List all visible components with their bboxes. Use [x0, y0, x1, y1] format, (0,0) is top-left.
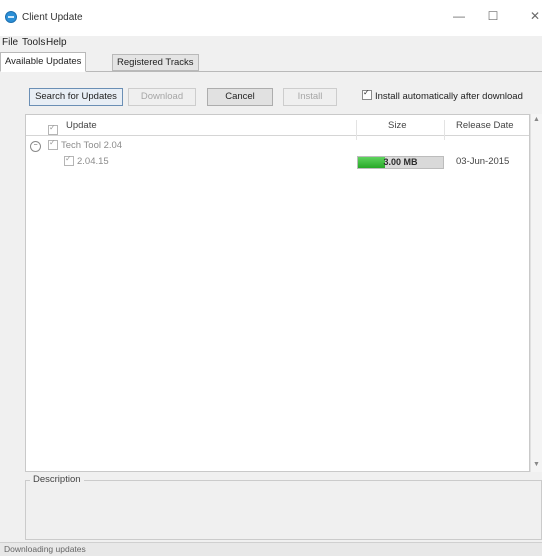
menu-help[interactable]: Help: [46, 37, 67, 48]
updates-tree[interactable]: Update Size Release Date − Tech Tool 2.0…: [25, 114, 530, 472]
tab-registered-tracks[interactable]: Registered Tracks: [112, 54, 199, 71]
row-checkbox-icon[interactable]: [48, 138, 58, 150]
status-text: Downloading updates: [4, 544, 86, 554]
tree-row-parent[interactable]: − Tech Tool 2.04: [26, 138, 529, 155]
row-label: 2.04.15: [77, 156, 109, 167]
title-bar: Client Update — ☐ ✕: [0, 0, 542, 36]
maximize-button[interactable]: ☐: [478, 6, 508, 26]
description-legend: Description: [30, 474, 84, 485]
column-header-release-date[interactable]: Release Date: [456, 120, 514, 131]
install-button[interactable]: Install: [283, 88, 337, 106]
column-divider: [356, 120, 357, 140]
column-header-size[interactable]: Size: [388, 120, 406, 131]
row-checkbox-icon[interactable]: [64, 154, 74, 166]
menu-tools[interactable]: Tools: [22, 37, 45, 48]
tree-row-child[interactable]: 2.04.15 3.00 MB 03-Jun-2015: [26, 154, 529, 171]
menu-file[interactable]: File: [2, 37, 18, 48]
select-all-checkbox-icon[interactable]: [48, 123, 58, 135]
scroll-down-icon[interactable]: ▼: [533, 461, 540, 468]
auto-install-label: Install automatically after download: [375, 91, 523, 102]
column-divider: [444, 120, 445, 140]
download-progress-bar: 3.00 MB: [357, 156, 444, 169]
status-bar: Downloading updates: [0, 542, 542, 556]
menu-bar: File Tools Help: [0, 36, 542, 50]
collapse-icon[interactable]: −: [30, 141, 41, 152]
scroll-up-icon[interactable]: ▲: [533, 116, 540, 123]
row-label: Tech Tool 2.04: [61, 140, 123, 151]
app-icon: [5, 11, 17, 23]
tree-scrollbar[interactable]: ▲ ▼: [530, 114, 542, 472]
tab-available-updates[interactable]: Available Updates: [0, 52, 87, 72]
cancel-button[interactable]: Cancel: [207, 88, 273, 106]
window-title: Client Update: [22, 12, 83, 23]
tab-strip: Available Updates Registered Tracks: [0, 50, 542, 72]
search-for-updates-button[interactable]: Search for Updates: [29, 88, 123, 106]
auto-install-checkbox[interactable]: Install automatically after download: [362, 88, 523, 102]
size-value: 3.00 MB: [383, 157, 418, 167]
minimize-button[interactable]: —: [444, 6, 474, 26]
close-button[interactable]: ✕: [520, 6, 542, 26]
checkbox-icon[interactable]: [362, 88, 372, 100]
tree-header: Update Size Release Date: [26, 115, 529, 140]
download-button[interactable]: Download: [128, 88, 196, 106]
column-header-update[interactable]: Update: [66, 120, 97, 131]
description-group: Description: [25, 474, 542, 540]
release-date-value: 03-Jun-2015: [456, 156, 510, 167]
